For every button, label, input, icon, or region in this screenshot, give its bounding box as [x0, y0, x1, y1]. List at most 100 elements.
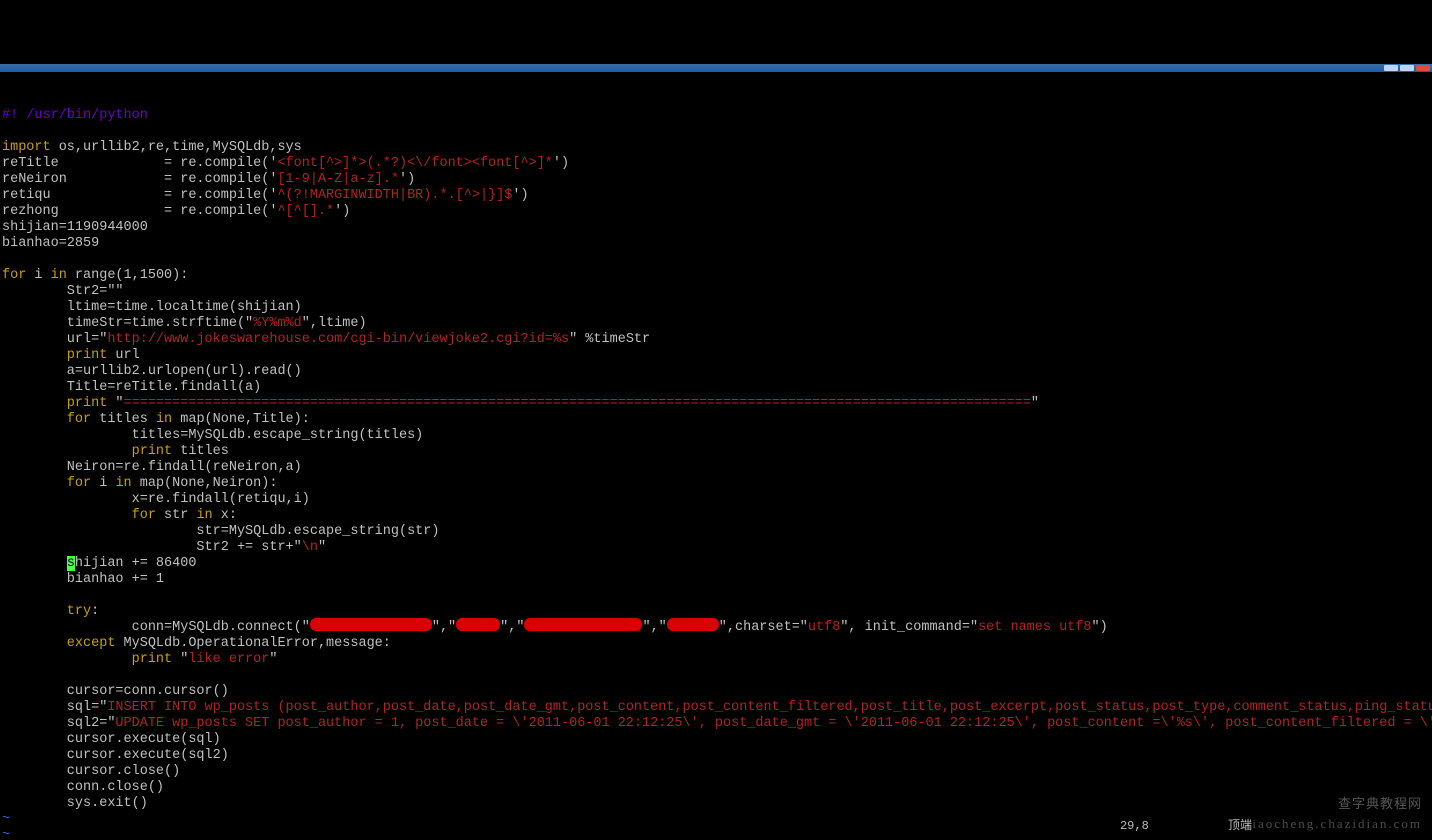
code-text: cursor.execute(sql)	[2, 732, 221, 747]
status-line: 29,8 顶端	[1120, 818, 1252, 834]
code-text: conn=MySQLdb.connect("	[2, 620, 310, 635]
regex-string: [1-9|A-Z|a-z].*	[277, 172, 399, 187]
code-editor[interactable]: #! /usr/bin/python import os,urllib2,re,…	[0, 104, 1432, 840]
code-text: str=MySQLdb.escape_string(str)	[2, 524, 439, 539]
maximize-button[interactable]	[1400, 65, 1414, 71]
code-text: url	[107, 348, 139, 363]
keyword-for: for	[2, 476, 91, 491]
code-text: reTitle = re.compile('	[2, 156, 277, 171]
sql-string: INSERT INTO wp_posts (post_author,post_d…	[107, 700, 1432, 715]
code-text: sql="	[2, 700, 107, 715]
code-text: ", init_command="	[840, 620, 978, 635]
shebang-line: #! /usr/bin/python	[2, 108, 148, 123]
code-text: titles=MySQLdb.escape_string(titles)	[2, 428, 423, 443]
code-text: bianhao += 1	[2, 572, 164, 587]
window-titlebar	[0, 64, 1432, 72]
keyword-in: in	[51, 268, 67, 283]
code-text: bianhao=2859	[2, 236, 99, 251]
code-text: ')	[334, 204, 350, 219]
code-text: map(None,Neiron):	[132, 476, 278, 491]
string-literal: \n	[302, 540, 318, 555]
code-text: "	[172, 652, 188, 667]
keyword-print: print	[2, 348, 107, 363]
code-text: ')	[399, 172, 415, 187]
code-text: map(None,Title):	[172, 412, 310, 427]
keyword-print: print	[2, 444, 172, 459]
keyword-print: print	[2, 396, 107, 411]
code-text: ",charset="	[719, 620, 808, 635]
code-text: ",ltime)	[302, 316, 367, 331]
code-text: x=re.findall(retiqu,i)	[2, 492, 310, 507]
code-text: Str2=""	[2, 284, 124, 299]
code-text: conn.close()	[2, 780, 164, 795]
code-text: cursor.close()	[2, 764, 180, 779]
code-text	[2, 556, 67, 571]
code-text: :	[91, 604, 99, 619]
tilde-empty-line: ~	[2, 812, 10, 827]
code-text: MySQLdb.OperationalError,message:	[115, 636, 390, 651]
keyword-in: in	[156, 412, 172, 427]
keyword-try: try	[2, 604, 91, 619]
code-text: cursor.execute(sql2)	[2, 748, 229, 763]
redacted-user	[456, 618, 500, 631]
redacted-db	[667, 618, 719, 631]
code-text: x:	[213, 508, 237, 523]
code-text: shijian=1190944000	[2, 220, 148, 235]
tilde-empty-line: ~	[2, 828, 10, 840]
regex-string: ^(?!MARGINWIDTH|BR).*.[^>|}]$	[277, 188, 512, 203]
code-text: titles	[172, 444, 229, 459]
keyword-except: except	[2, 636, 115, 651]
string-literal: %Y%m%d	[253, 316, 302, 331]
code-text: reNeiron = re.compile('	[2, 172, 277, 187]
keyword-print: print	[2, 652, 172, 667]
import-module-list: os,urllib2,re,time,MySQLdb,sys	[51, 140, 302, 155]
code-text: "	[318, 540, 326, 555]
code-text: Neiron=re.findall(reNeiron,a)	[2, 460, 302, 475]
code-text: ","	[432, 620, 456, 635]
regex-string: ^[^[].*	[277, 204, 334, 219]
code-text: ')	[512, 188, 528, 203]
keyword-for: for	[2, 508, 156, 523]
code-text: "	[1031, 396, 1039, 411]
code-text: titles	[91, 412, 156, 427]
code-text: sys.exit()	[2, 796, 148, 811]
keyword-in: in	[115, 476, 131, 491]
code-text: a=urllib2.urlopen(url).read()	[2, 364, 302, 379]
string-literal: utf8	[808, 620, 840, 635]
keyword-import: import	[2, 140, 51, 155]
string-literal: set names utf8	[978, 620, 1091, 635]
watermark-text-top: 查字典教程网	[1338, 796, 1422, 812]
code-text: Title=reTitle.findall(a)	[2, 380, 261, 395]
code-text: ltime=time.localtime(shijian)	[2, 300, 302, 315]
code-text: range(1,1500):	[67, 268, 189, 283]
keyword-for: for	[2, 268, 26, 283]
code-text: " %timeStr	[569, 332, 650, 347]
code-text: ")	[1091, 620, 1107, 635]
code-text: i	[26, 268, 50, 283]
code-text: str	[156, 508, 197, 523]
string-literal: like error	[188, 652, 269, 667]
text-cursor: s	[67, 556, 75, 571]
code-text: ')	[553, 156, 569, 171]
url-string: http://www.jokeswarehouse.com/cgi-bin/vi…	[107, 332, 569, 347]
code-text: sql2="	[2, 716, 115, 731]
minimize-button[interactable]	[1384, 65, 1398, 71]
keyword-for: for	[2, 412, 91, 427]
regex-string: <font[^>]*>(.*?)<\/font><font[^>]*	[277, 156, 552, 171]
sql-string: UPDATE wp_posts SET post_author = 1, pos…	[115, 716, 1432, 731]
close-button[interactable]	[1416, 65, 1430, 71]
divider-string: ========================================…	[124, 396, 1031, 411]
watermark-text-bottom: jiaocheng.chazidian.com	[1247, 816, 1422, 832]
code-text: rezhong = re.compile('	[2, 204, 277, 219]
code-text: i	[91, 476, 115, 491]
code-text: retiqu = re.compile('	[2, 188, 277, 203]
redacted-pass	[524, 618, 642, 631]
keyword-in: in	[196, 508, 212, 523]
code-text: "	[269, 652, 277, 667]
code-text: ","	[642, 620, 666, 635]
code-text: ","	[500, 620, 524, 635]
code-text: hijian += 86400	[75, 556, 197, 571]
code-text: Str2 += str+"	[2, 540, 302, 555]
code-text: "	[107, 396, 123, 411]
code-text: cursor=conn.cursor()	[2, 684, 229, 699]
